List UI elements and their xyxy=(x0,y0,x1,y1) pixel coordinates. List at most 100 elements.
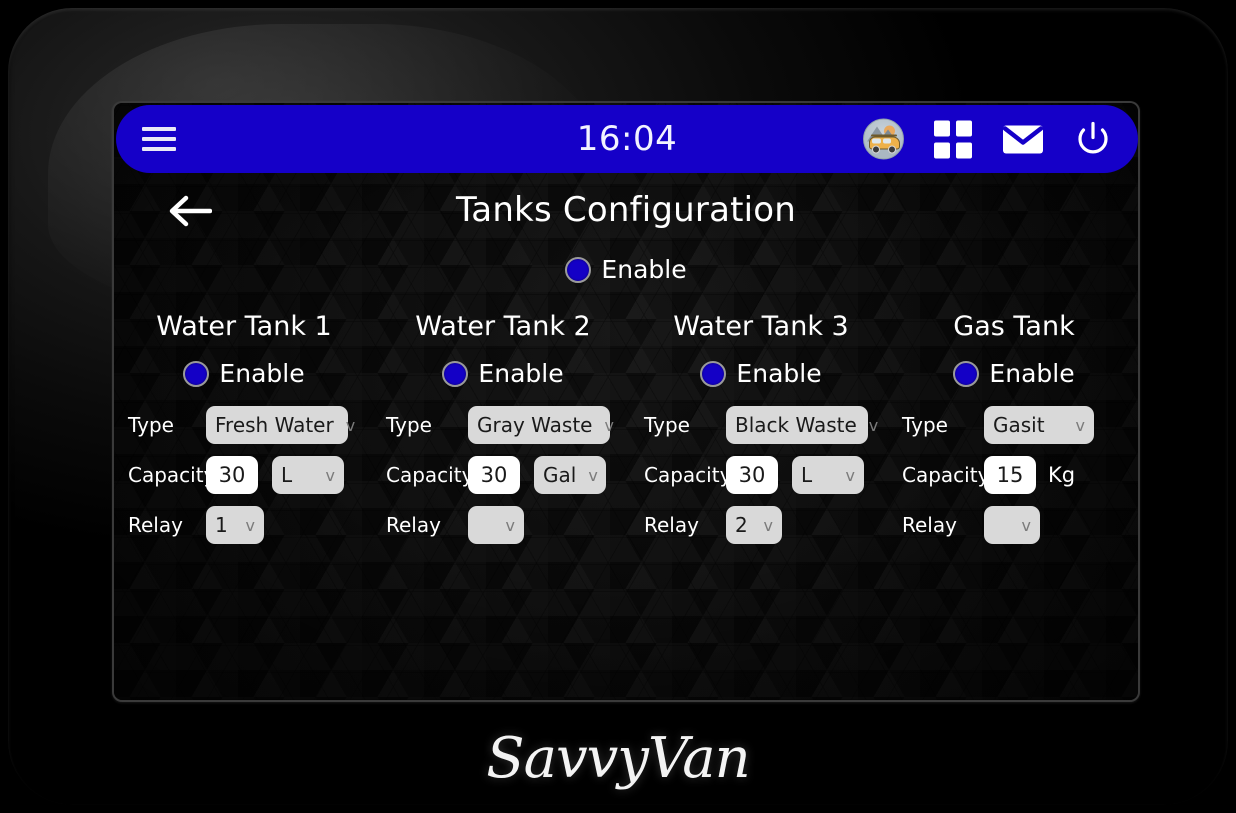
tank-title: Gas Tank xyxy=(953,311,1075,342)
relay-row: Relay v xyxy=(386,500,632,550)
grid-cell xyxy=(956,142,972,158)
envelope-mail-icon[interactable] xyxy=(1002,123,1044,155)
van-logo-icon[interactable] xyxy=(863,118,904,160)
relay-select-value: 1 xyxy=(215,513,228,537)
chevron-down-icon: v xyxy=(1021,515,1031,535)
van-window-shape xyxy=(872,138,881,144)
tank-column-2: Water Tank 2 Enable Type Gray Waste v Capacit… xyxy=(374,311,632,550)
capacity-unit-select[interactable]: Lv xyxy=(792,456,864,494)
chevron-down-icon: v xyxy=(505,515,515,535)
type-label: Type xyxy=(644,413,690,437)
relay-row: Relay 2 v xyxy=(644,500,890,550)
chevron-down-icon: v xyxy=(588,465,598,485)
capacity-value: 15 xyxy=(996,463,1024,487)
van-wheel-shape xyxy=(888,145,896,154)
master-enable-row: Enable xyxy=(114,255,1138,284)
tanks-columns: Water Tank 1 Enable Type Fresh Water v Capaci… xyxy=(114,311,1138,550)
capacity-row: Capacity 30 Gal v xyxy=(386,450,632,500)
type-select-value: Gray Waste xyxy=(477,413,593,437)
power-icon[interactable] xyxy=(1074,120,1112,158)
relay-select[interactable]: 1v xyxy=(206,506,264,544)
relay-label: Relay xyxy=(902,513,957,537)
capacity-label: Capacity xyxy=(644,463,732,487)
relay-row: Relay v xyxy=(902,500,1138,550)
relay-select[interactable]: 2v xyxy=(726,506,782,544)
page-title: Tanks Configuration xyxy=(455,190,797,230)
status-bar: 16:04 xyxy=(116,105,1138,173)
capacity-label: Capacity xyxy=(128,463,216,487)
tank-column-4: Gas Tank Enable Type Gasit v Capacity 15 Kg Rela… xyxy=(890,311,1138,550)
chevron-down-icon: v xyxy=(345,415,356,435)
relay-label: Relay xyxy=(644,513,699,537)
capacity-input[interactable]: 30 xyxy=(468,456,520,494)
grid-cell xyxy=(934,142,950,158)
capacity-input[interactable]: 30 xyxy=(726,456,778,494)
tank-enable-radio[interactable] xyxy=(442,360,469,387)
type-select-value: Black Waste xyxy=(735,413,857,437)
type-select[interactable]: Black Waste v xyxy=(726,406,878,444)
brand-logo: SavvyVan xyxy=(486,726,750,791)
relay-row: Relay 1 v xyxy=(128,500,374,550)
tank-enable-radio[interactable] xyxy=(183,360,210,387)
capacity-input[interactable]: 15 xyxy=(984,456,1036,494)
capacity-label: Capacity xyxy=(386,463,474,487)
tank-enable-radio[interactable] xyxy=(700,360,727,387)
type-label: Type xyxy=(128,413,174,437)
tank-column-1: Water Tank 1 Enable Type Fresh Water v Capaci… xyxy=(114,311,374,550)
chevron-down-icon: v xyxy=(245,515,255,535)
capacity-row: Capacity 15 Kg xyxy=(902,450,1138,500)
relay-label: Relay xyxy=(386,513,441,537)
relay-select-value: 2 xyxy=(735,513,748,537)
ground-shape xyxy=(864,149,903,159)
type-select[interactable]: Fresh Water v xyxy=(206,406,355,444)
tank-column-3: Water Tank 3 Enable Type Black Waste v Capaci… xyxy=(632,311,890,550)
capacity-unit-select[interactable]: Lv xyxy=(272,456,344,494)
chevron-down-icon: v xyxy=(325,465,335,485)
type-row: Type Fresh Water v xyxy=(128,400,374,450)
chevron-down-icon: v xyxy=(763,515,773,535)
capacity-row: Capacity 30 Lv xyxy=(644,450,890,500)
capacity-unit-select[interactable]: Gal v xyxy=(534,456,606,494)
tank-title: Water Tank 2 xyxy=(415,311,591,342)
capacity-input[interactable]: 30 xyxy=(206,456,258,494)
tank-enable-row: Enable xyxy=(632,359,890,388)
master-enable-radio[interactable] xyxy=(565,256,592,283)
page-content: Tanks Configuration Enable Water Tank 1 E… xyxy=(114,103,1138,700)
tank-enable-label: Enable xyxy=(736,359,822,388)
van-window-shape xyxy=(883,138,891,144)
capacity-unit-label: Kg xyxy=(1048,463,1076,487)
tank-title: Water Tank 3 xyxy=(673,311,849,342)
tank-enable-row: Enable xyxy=(374,359,632,388)
chevron-down-icon: v xyxy=(604,415,614,435)
type-row: Type Gasit v xyxy=(902,400,1138,450)
tablet-device: 16:04 Tanks Configuration Enable Water T… xyxy=(8,8,1228,805)
tank-title: Water Tank 1 xyxy=(156,311,332,342)
status-bar-icons xyxy=(863,118,1112,160)
type-label: Type xyxy=(902,413,948,437)
type-select[interactable]: Gray Waste v xyxy=(468,406,614,444)
capacity-label: Capacity xyxy=(902,463,990,487)
type-row: Type Black Waste v xyxy=(644,400,890,450)
capacity-unit-value: Gal xyxy=(543,463,577,487)
relay-select[interactable]: v xyxy=(984,506,1040,544)
tank-enable-label: Enable xyxy=(219,359,305,388)
capacity-unit-value: L xyxy=(801,463,813,487)
relay-label: Relay xyxy=(128,513,183,537)
relay-select[interactable]: v xyxy=(468,506,524,544)
type-select[interactable]: Gasit v xyxy=(984,406,1094,444)
screen-frame: 16:04 Tanks Configuration Enable Water T… xyxy=(112,101,1140,702)
tank-enable-label: Enable xyxy=(989,359,1075,388)
chevron-down-icon: v xyxy=(1075,415,1085,435)
chevron-down-icon: v xyxy=(845,465,855,485)
type-select-value: Gasit xyxy=(993,413,1045,437)
capacity-row: Capacity 30 Lv xyxy=(128,450,374,500)
grid-apps-icon[interactable] xyxy=(934,120,972,158)
type-row: Type Gray Waste v xyxy=(386,400,632,450)
tank-enable-radio[interactable] xyxy=(953,360,980,387)
grid-cell xyxy=(934,120,950,136)
capacity-value: 30 xyxy=(480,463,508,487)
type-label: Type xyxy=(386,413,432,437)
screen: 16:04 Tanks Configuration Enable Water T… xyxy=(114,103,1138,700)
type-select-value: Fresh Water xyxy=(215,413,334,437)
capacity-unit-value: L xyxy=(281,463,293,487)
